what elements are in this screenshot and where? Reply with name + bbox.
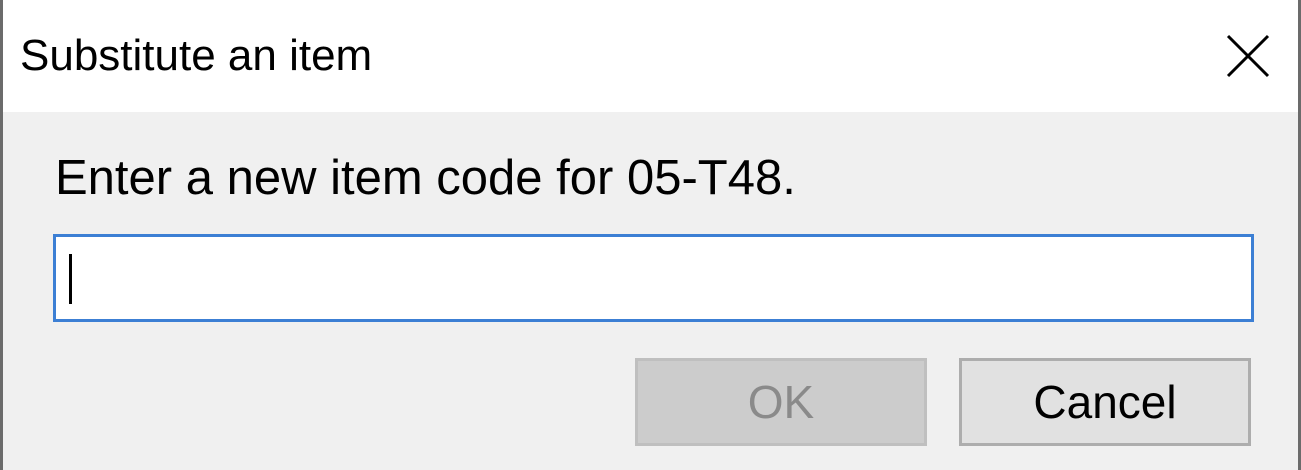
prompt-text: Enter a new item code for 05-T48. — [55, 151, 796, 205]
ok-button[interactable]: OK — [635, 358, 927, 446]
item-code-input[interactable] — [56, 237, 1251, 319]
title-bar: Substitute an item — [3, 0, 1298, 112]
text-cursor — [69, 254, 72, 304]
close-icon — [1226, 34, 1270, 78]
close-button[interactable] — [1220, 28, 1276, 84]
item-code-field[interactable] — [53, 234, 1254, 322]
dialog-title: Substitute an item — [20, 31, 373, 80]
cancel-button[interactable]: Cancel — [959, 358, 1251, 446]
substitute-item-dialog: Substitute an item Enter a new item code… — [0, 0, 1301, 470]
